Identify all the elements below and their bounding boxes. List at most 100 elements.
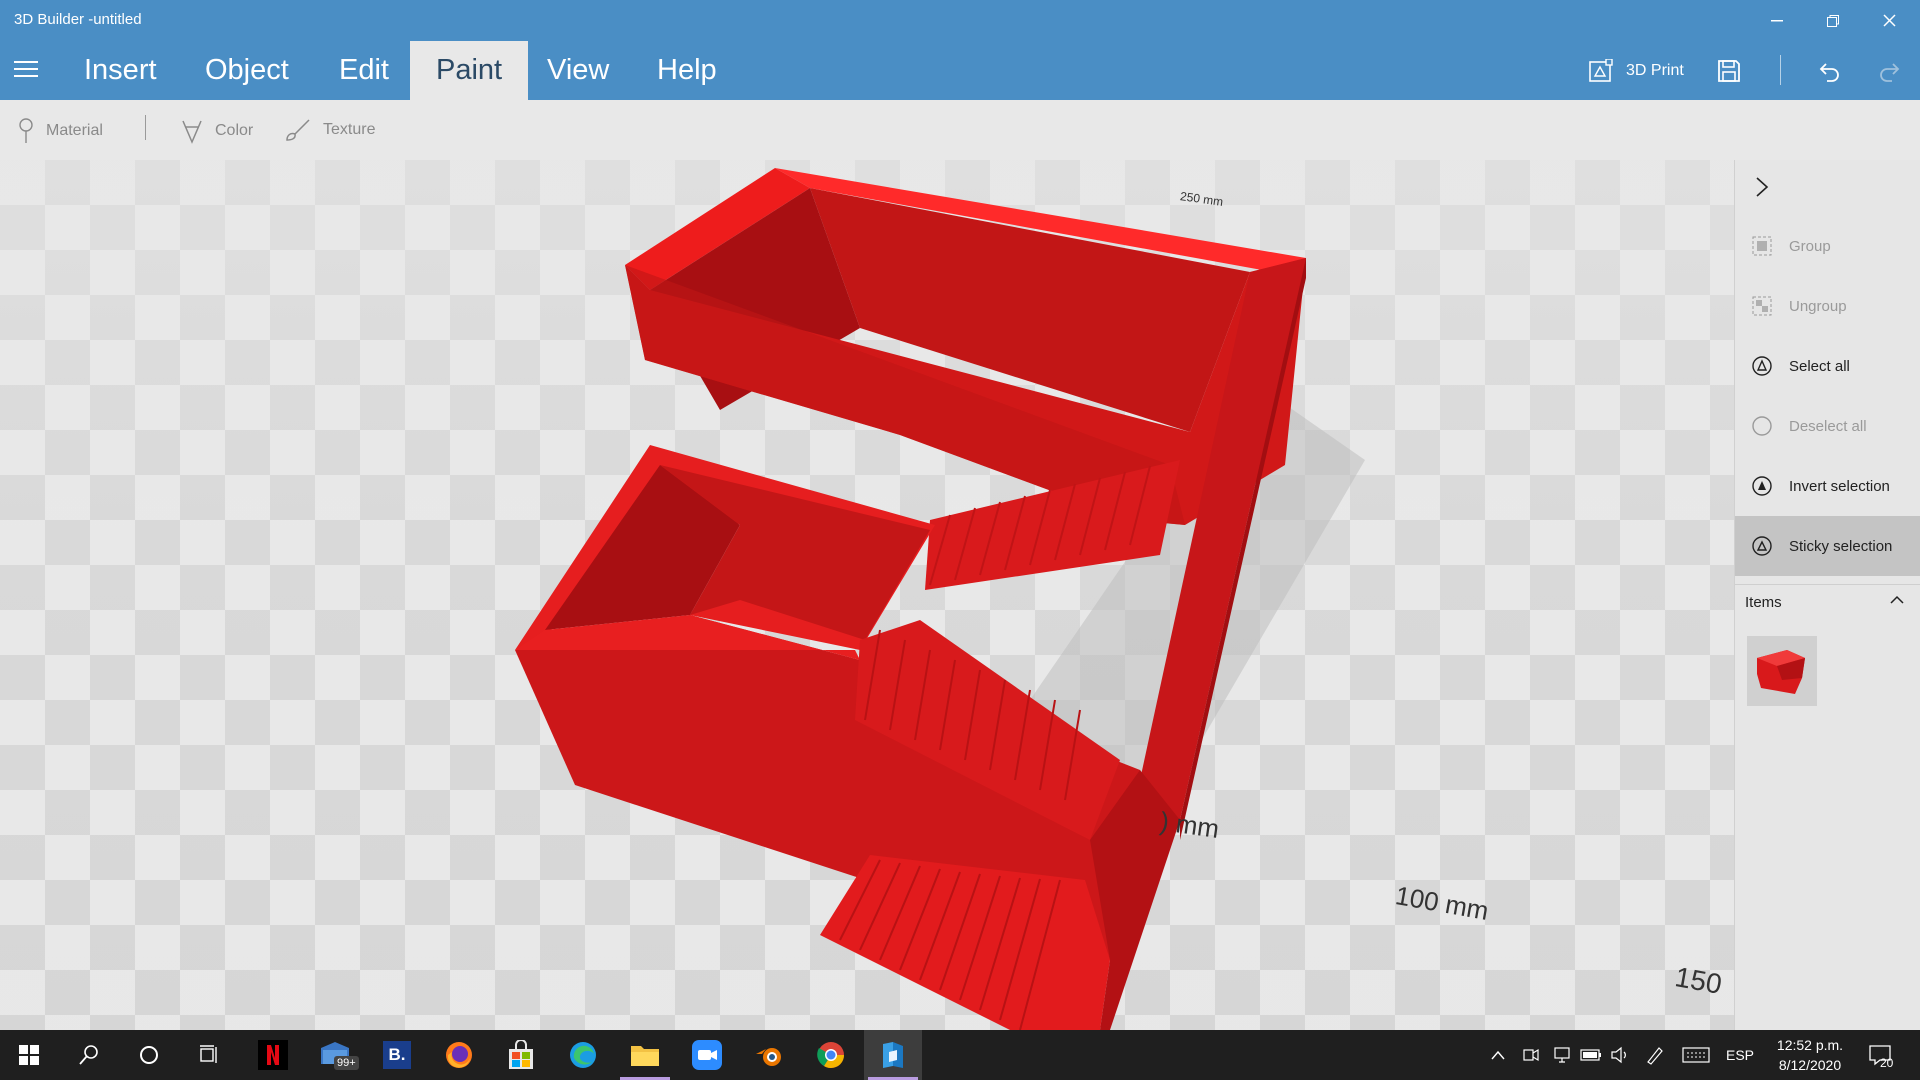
hamburger-menu-icon[interactable] bbox=[14, 61, 38, 79]
search-icon bbox=[79, 1045, 98, 1065]
touch-keyboard-icon[interactable] bbox=[1682, 1030, 1710, 1080]
firefox-icon bbox=[446, 1042, 472, 1068]
store-icon bbox=[509, 1040, 533, 1069]
invert-selection-icon bbox=[1752, 476, 1772, 496]
redo-button[interactable] bbox=[1878, 41, 1902, 100]
material-button[interactable]: Material bbox=[18, 118, 103, 144]
items-header[interactable]: Items bbox=[1735, 584, 1920, 620]
deselect-all-label: Deselect all bbox=[1789, 417, 1867, 435]
notification-count: 20 bbox=[1880, 1056, 1894, 1070]
ungroup-label: Ungroup bbox=[1789, 297, 1847, 315]
select-all-icon bbox=[1752, 356, 1772, 376]
color-icon bbox=[182, 120, 202, 144]
booking-icon: B. bbox=[383, 1041, 411, 1069]
taskbar: 99+ B. ESP 12:52 p.m. 8/12/2020 20 bbox=[0, 1030, 1920, 1080]
menu-view[interactable]: View bbox=[521, 41, 635, 100]
restore-icon[interactable] bbox=[1810, 0, 1856, 41]
toolbar-divider bbox=[145, 115, 146, 140]
firefox-app[interactable] bbox=[430, 1030, 488, 1080]
menu-bar: Insert Object Edit Paint View Help 3D Pr… bbox=[0, 41, 1920, 100]
menu-object[interactable]: Object bbox=[179, 41, 315, 100]
texture-icon bbox=[286, 119, 310, 141]
clock-date: 8/12/2020 bbox=[1778, 1057, 1842, 1073]
file-explorer-app[interactable] bbox=[616, 1030, 674, 1080]
clock-time: 12:52 p.m. bbox=[1776, 1037, 1844, 1053]
3d-viewport[interactable]: 250 mm ) mm 100 mm 150 bbox=[0, 160, 1734, 1030]
action-center-button[interactable]: 20 bbox=[1868, 1030, 1894, 1080]
edge-icon bbox=[570, 1042, 596, 1068]
netflix-icon bbox=[258, 1040, 288, 1070]
title-bar: 3D Builder -untitled bbox=[0, 0, 1920, 41]
select-all-label: Select all bbox=[1789, 357, 1850, 375]
sticky-selection-button[interactable]: Sticky selection bbox=[1735, 516, 1920, 576]
menu-edit[interactable]: Edit bbox=[313, 41, 415, 100]
show-hidden-icons-button[interactable] bbox=[1490, 1030, 1506, 1080]
save-icon bbox=[1718, 59, 1740, 82]
collapse-panel-button[interactable] bbox=[1755, 176, 1769, 203]
texture-label: Texture bbox=[323, 121, 376, 138]
store-app[interactable] bbox=[492, 1030, 550, 1080]
cortana-button[interactable] bbox=[120, 1030, 178, 1080]
ungroup-button[interactable]: Ungroup bbox=[1735, 276, 1920, 336]
blender-icon bbox=[756, 1048, 781, 1066]
3d-print-label: 3D Print bbox=[1626, 61, 1684, 79]
menu-insert[interactable]: Insert bbox=[58, 41, 183, 100]
texture-button[interactable]: Texture bbox=[285, 118, 375, 142]
chrome-app[interactable] bbox=[802, 1030, 860, 1080]
3d-print-button[interactable]: 3D Print bbox=[1588, 41, 1684, 100]
color-label: Color bbox=[215, 122, 254, 139]
booking-app[interactable]: B. bbox=[368, 1030, 426, 1080]
cortana-icon bbox=[140, 1046, 158, 1064]
meet-now-icon[interactable] bbox=[1522, 1030, 1540, 1080]
netflix-app[interactable] bbox=[244, 1030, 302, 1080]
color-button[interactable]: Color bbox=[181, 118, 253, 144]
chrome-icon bbox=[817, 1042, 845, 1069]
group-button[interactable]: Group bbox=[1735, 216, 1920, 276]
3d-builder-icon bbox=[883, 1042, 903, 1068]
item-thumbnail[interactable] bbox=[1747, 636, 1817, 706]
material-label: Material bbox=[46, 122, 103, 139]
invert-selection-label: Invert selection bbox=[1789, 477, 1890, 495]
menu-paint[interactable]: Paint bbox=[410, 41, 529, 100]
zoom-app[interactable] bbox=[678, 1030, 736, 1080]
search-button[interactable] bbox=[60, 1030, 118, 1080]
language-indicator[interactable]: ESP bbox=[1726, 1030, 1754, 1080]
undo-icon bbox=[1819, 62, 1839, 82]
window-title: 3D Builder -untitled bbox=[14, 11, 142, 28]
network-icon[interactable] bbox=[1552, 1030, 1572, 1080]
volume-icon[interactable] bbox=[1610, 1030, 1630, 1080]
task-view-button[interactable] bbox=[180, 1030, 238, 1080]
save-button[interactable] bbox=[1717, 41, 1741, 100]
minimize-icon[interactable] bbox=[1754, 0, 1800, 41]
menu-help[interactable]: Help bbox=[631, 41, 743, 100]
redo-icon bbox=[1880, 62, 1900, 82]
3d-print-icon bbox=[1589, 58, 1613, 82]
chevron-right-icon bbox=[1756, 177, 1769, 197]
3d-builder-app[interactable] bbox=[864, 1030, 922, 1080]
start-button[interactable] bbox=[0, 1030, 58, 1080]
group-icon bbox=[1752, 236, 1772, 256]
close-icon[interactable] bbox=[1866, 0, 1912, 41]
task-view-icon bbox=[200, 1045, 217, 1063]
pen-workspace-icon[interactable] bbox=[1645, 1030, 1665, 1080]
sticky-selection-icon bbox=[1752, 536, 1772, 556]
edge-app[interactable] bbox=[554, 1030, 612, 1080]
battery-icon[interactable] bbox=[1580, 1030, 1602, 1080]
material-icon bbox=[19, 118, 33, 143]
video-camera-icon bbox=[692, 1040, 722, 1070]
undo-button[interactable] bbox=[1817, 41, 1841, 100]
chevron-up-icon bbox=[1890, 595, 1904, 604]
deselect-all-button[interactable]: Deselect all bbox=[1735, 396, 1920, 456]
mail-app[interactable]: 99+ bbox=[306, 1030, 364, 1080]
chevron-up-icon bbox=[1491, 1050, 1505, 1060]
selection-panel: Group Ungroup Select all Deselect all In… bbox=[1734, 160, 1920, 1030]
group-label: Group bbox=[1789, 237, 1831, 255]
select-all-button[interactable]: Select all bbox=[1735, 336, 1920, 396]
deselect-all-icon bbox=[1752, 416, 1772, 436]
clock[interactable]: 12:52 p.m. 8/12/2020 bbox=[1760, 1035, 1860, 1075]
folder-icon bbox=[631, 1046, 659, 1066]
ungroup-icon bbox=[1752, 296, 1772, 316]
windows-icon bbox=[19, 1045, 39, 1065]
invert-selection-button[interactable]: Invert selection bbox=[1735, 456, 1920, 516]
blender-app[interactable] bbox=[740, 1030, 798, 1080]
